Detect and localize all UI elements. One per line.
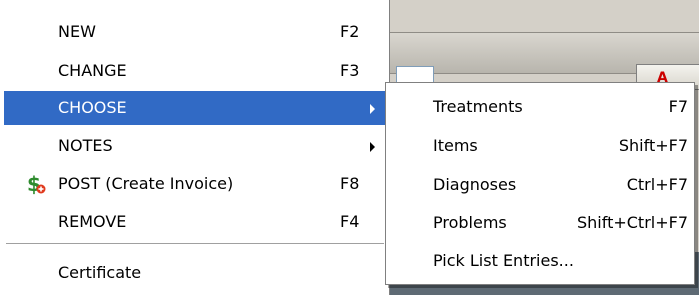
submenu-item-shortcut: Shift+F7 bbox=[618, 136, 688, 155]
menu-item-remove[interactable]: REMOVE F4 bbox=[4, 205, 386, 239]
menu-item-label: NOTES bbox=[58, 136, 113, 155]
submenu-item-label: Treatments bbox=[433, 97, 523, 116]
menu-item-shortcut: F8 bbox=[340, 174, 360, 193]
menu-item-choose[interactable]: CHOOSE bbox=[4, 91, 386, 125]
submenu-item-treatments[interactable]: Treatments F7 bbox=[388, 89, 692, 125]
submenu-item-label: Pick List Entries... bbox=[433, 251, 574, 270]
submenu-item-shortcut: Shift+Ctrl+F7 bbox=[576, 213, 688, 232]
submenu-item-diagnoses[interactable]: Diagnoses Ctrl+F7 bbox=[388, 167, 692, 203]
menu-item-label: CHOOSE bbox=[58, 98, 127, 117]
submenu-item-label: Items bbox=[433, 136, 478, 155]
menu-item-certificate[interactable]: Certificate bbox=[4, 256, 386, 290]
menu-separator bbox=[6, 243, 384, 245]
menu-item-label: REMOVE bbox=[58, 212, 127, 231]
menu-item-label: POST (Create Invoice) bbox=[58, 174, 234, 193]
dollar-icon: $ bbox=[26, 172, 46, 196]
menu-item-notes[interactable]: NOTES bbox=[4, 129, 386, 163]
submenu-arrow-icon bbox=[370, 104, 375, 114]
submenu-item-label: Problems bbox=[433, 213, 507, 232]
submenu-item-items[interactable]: Items Shift+F7 bbox=[388, 128, 692, 164]
menu-item-post-create-invoice[interactable]: $ POST (Create Invoice) F8 bbox=[4, 167, 386, 201]
submenu-arrow-icon bbox=[370, 142, 375, 152]
submenu-item-pick-list-entries[interactable]: Pick List Entries... bbox=[388, 243, 692, 279]
submenu-item-label: Diagnoses bbox=[433, 175, 517, 194]
submenu-item-problems[interactable]: Problems Shift+Ctrl+F7 bbox=[388, 205, 692, 241]
menu-item-shortcut: F2 bbox=[340, 22, 360, 41]
menu-item-label: NEW bbox=[58, 22, 96, 41]
choose-submenu: Treatments F7 Items Shift+F7 Diagnoses C… bbox=[385, 82, 695, 285]
submenu-item-shortcut: Ctrl+F7 bbox=[626, 175, 688, 194]
menu-item-label: CHANGE bbox=[58, 61, 127, 80]
menu-item-new[interactable]: NEW F2 bbox=[4, 15, 386, 49]
menu-item-shortcut: F3 bbox=[340, 61, 360, 80]
submenu-item-shortcut: F7 bbox=[668, 97, 688, 116]
menu-item-shortcut: F4 bbox=[340, 212, 360, 231]
menu-item-change[interactable]: CHANGE F3 bbox=[4, 54, 386, 88]
context-menu: NEW F2 CHANGE F3 CHOOSE NOTES $ POST (Cr… bbox=[0, 0, 390, 295]
menu-item-label: Certificate bbox=[58, 263, 142, 282]
